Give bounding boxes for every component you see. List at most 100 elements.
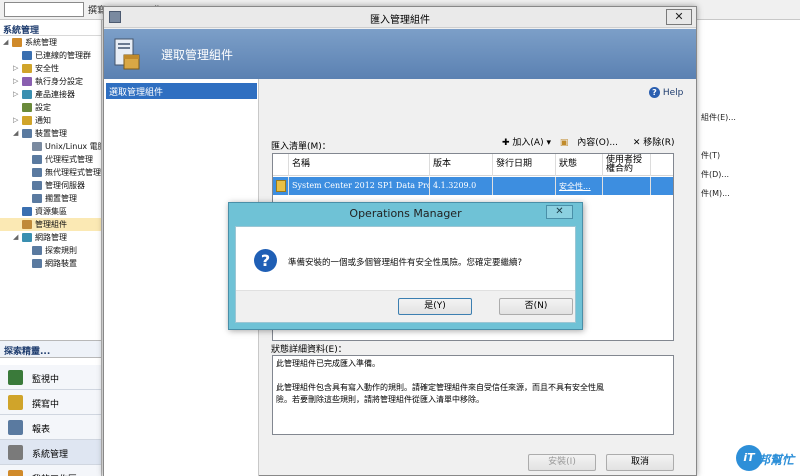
workspace-icon: [8, 470, 23, 476]
tree-item-label: 管理伺服器: [45, 181, 85, 190]
workspace-button[interactable]: 撰寫中: [0, 390, 101, 415]
workspace-label: 我的工作區: [32, 472, 77, 476]
tree-item[interactable]: 無代理程式管理: [0, 166, 101, 179]
discovery-wizard-link[interactable]: 探索精靈...: [0, 340, 101, 358]
tree-toggle-icon[interactable]: ▷: [13, 75, 21, 88]
tree-node-icon: [22, 77, 32, 86]
tree-item[interactable]: ▷ 安全性: [0, 62, 101, 75]
status-line: 險。若要刪除這些規則，請將管理組件從匯入清單中移除。: [276, 395, 484, 404]
workspace-button[interactable]: 我的工作區: [0, 465, 101, 476]
properties-icon: ▣: [559, 138, 569, 148]
tree-node-icon: [32, 194, 42, 203]
column-header-eula[interactable]: 使用者授權合約: [603, 154, 651, 176]
import-list-label: 匯入清單(M)：: [271, 142, 331, 152]
tree-toggle-icon[interactable]: ▷: [13, 62, 21, 75]
row-name: System Center 2012 SP1 Data Prot...: [289, 177, 430, 195]
tree-item-label: 代理程式管理: [45, 155, 93, 164]
cancel-button[interactable]: 取消: [606, 454, 674, 471]
tree-node-icon: [22, 233, 32, 242]
tree-item[interactable]: 網路裝置: [0, 257, 101, 270]
tree-node-icon: [22, 103, 32, 112]
task-fragment[interactable]: 件(D)...: [701, 169, 729, 180]
console-search-input[interactable]: [4, 2, 84, 17]
workspace-label: 系統管理: [32, 450, 69, 460]
tree-toggle-icon[interactable]: ◢: [3, 36, 11, 49]
tree-item-label: 資源集區: [35, 207, 67, 216]
task-fragment[interactable]: 件(M)...: [701, 188, 730, 199]
tree-item-label: 網路裝置: [45, 259, 77, 268]
row-version: 4.1.3209.0: [430, 177, 493, 195]
yes-button[interactable]: 是(Y): [398, 298, 472, 315]
tree-node-icon: [32, 246, 42, 255]
tree-node-icon: [32, 142, 42, 151]
column-header-version[interactable]: 版本: [430, 154, 493, 176]
tree-node-icon: [32, 259, 42, 268]
tree-node-icon: [32, 181, 42, 190]
navigation-pane: 系統管理 ◢ 系統管理 已連線的管理群 ▷ 安全性 ▷ 執行身分設定 ▷ 產品連接器 設定 ▷ 通知 ◢…: [0, 20, 102, 476]
workspace-button[interactable]: 系統管理: [0, 440, 101, 465]
tree-node-icon: [32, 155, 42, 164]
column-header-release-date[interactable]: 發行日期: [493, 154, 556, 176]
table-row[interactable]: System Center 2012 SP1 Data Prot... 4.1.…: [273, 177, 673, 195]
tree-toggle-icon[interactable]: ◢: [13, 231, 21, 244]
tree-item[interactable]: 擱置管理: [0, 192, 101, 205]
message-box-close-button[interactable]: ✕: [546, 205, 573, 219]
install-button[interactable]: 安裝(I): [528, 454, 596, 471]
workspace-label: 報表: [32, 425, 51, 435]
management-pack-icon: [276, 180, 286, 192]
tree-item-label: 探索規則: [45, 246, 77, 255]
tree-item-label: 網路管理: [35, 233, 67, 242]
dialog-title: 匯入管理組件: [370, 15, 430, 26]
workspace-button[interactable]: 報表: [0, 415, 101, 440]
tree-node-icon: [22, 220, 32, 229]
tree-toggle-icon[interactable]: ▷: [13, 114, 21, 127]
tree-node-icon: [22, 116, 32, 125]
tree-node-icon: [22, 207, 32, 216]
tree-toggle-icon[interactable]: ◢: [13, 127, 21, 140]
tree-node-icon: [22, 129, 32, 138]
tree-item[interactable]: 探索規則: [0, 244, 101, 257]
row-eula: [603, 177, 651, 195]
properties-button[interactable]: ▣ 內容(O)...: [560, 138, 624, 148]
help-icon: ?: [649, 87, 660, 98]
tree-node-icon: [22, 51, 32, 60]
tree-item[interactable]: 設定: [0, 101, 101, 114]
task-fragment[interactable]: 件(T): [701, 150, 720, 161]
column-header-status[interactable]: 狀態: [556, 154, 603, 176]
tree-item[interactable]: 管理伺服器: [0, 179, 101, 192]
tree-item-label: 管理組件: [35, 220, 67, 229]
task-fragment[interactable]: 組件(E)...: [701, 112, 736, 123]
tree-toggle-icon[interactable]: ▷: [13, 88, 21, 101]
tree-item[interactable]: ▷ 產品連接器: [0, 88, 101, 101]
tree-item[interactable]: 代理程式管理: [0, 153, 101, 166]
add-button[interactable]: ✚ 加入(A) ▾: [502, 138, 551, 148]
remove-button[interactable]: ✕ 移除(R): [633, 138, 675, 148]
close-button[interactable]: ✕: [666, 9, 692, 25]
tree-item[interactable]: ◢ 網路管理: [0, 231, 101, 244]
tree-item[interactable]: ▷ 通知: [0, 114, 101, 127]
tree-item[interactable]: 資源集區: [0, 205, 101, 218]
status-line: 此管理組件已完成匯入準備。: [276, 359, 380, 368]
tree-item[interactable]: 管理組件: [0, 218, 101, 231]
package-icon: [114, 38, 140, 70]
tree-node-icon: [32, 168, 42, 177]
tree-item[interactable]: Unix/Linux 電腦: [0, 140, 101, 153]
workspace-icon: [8, 370, 23, 385]
admin-tree: ◢ 系統管理 已連線的管理群 ▷ 安全性 ▷ 執行身分設定 ▷ 產品連接器 設定 ▷ 通知 ◢ 裝置管理 U…: [0, 36, 101, 270]
tree-item[interactable]: ◢ 系統管理: [0, 36, 101, 49]
tree-item-label: 執行身分設定: [35, 77, 83, 86]
column-header-name[interactable]: 名稱: [289, 154, 430, 176]
tree-node-icon: [12, 38, 22, 47]
no-button[interactable]: 否(N): [499, 298, 573, 315]
row-status-link[interactable]: 安全性...: [556, 177, 603, 195]
workspace-button[interactable]: 監視中: [0, 365, 101, 390]
step-select-management-packs[interactable]: 選取管理組件: [106, 83, 257, 99]
tree-item-label: Unix/Linux 電腦: [45, 142, 102, 151]
tree-item[interactable]: 已連線的管理群: [0, 49, 101, 62]
tree-item-label: 產品連接器: [35, 90, 75, 99]
tree-item[interactable]: ▷ 執行身分設定: [0, 75, 101, 88]
tree-node-icon: [22, 90, 32, 99]
help-link[interactable]: ? Help: [649, 87, 683, 98]
tree-item[interactable]: ◢ 裝置管理: [0, 127, 101, 140]
status-line: 此管理組件包含具有寫入動作的規則。請確定管理組件來自受信任來源，而且不具有安全性…: [276, 383, 604, 392]
